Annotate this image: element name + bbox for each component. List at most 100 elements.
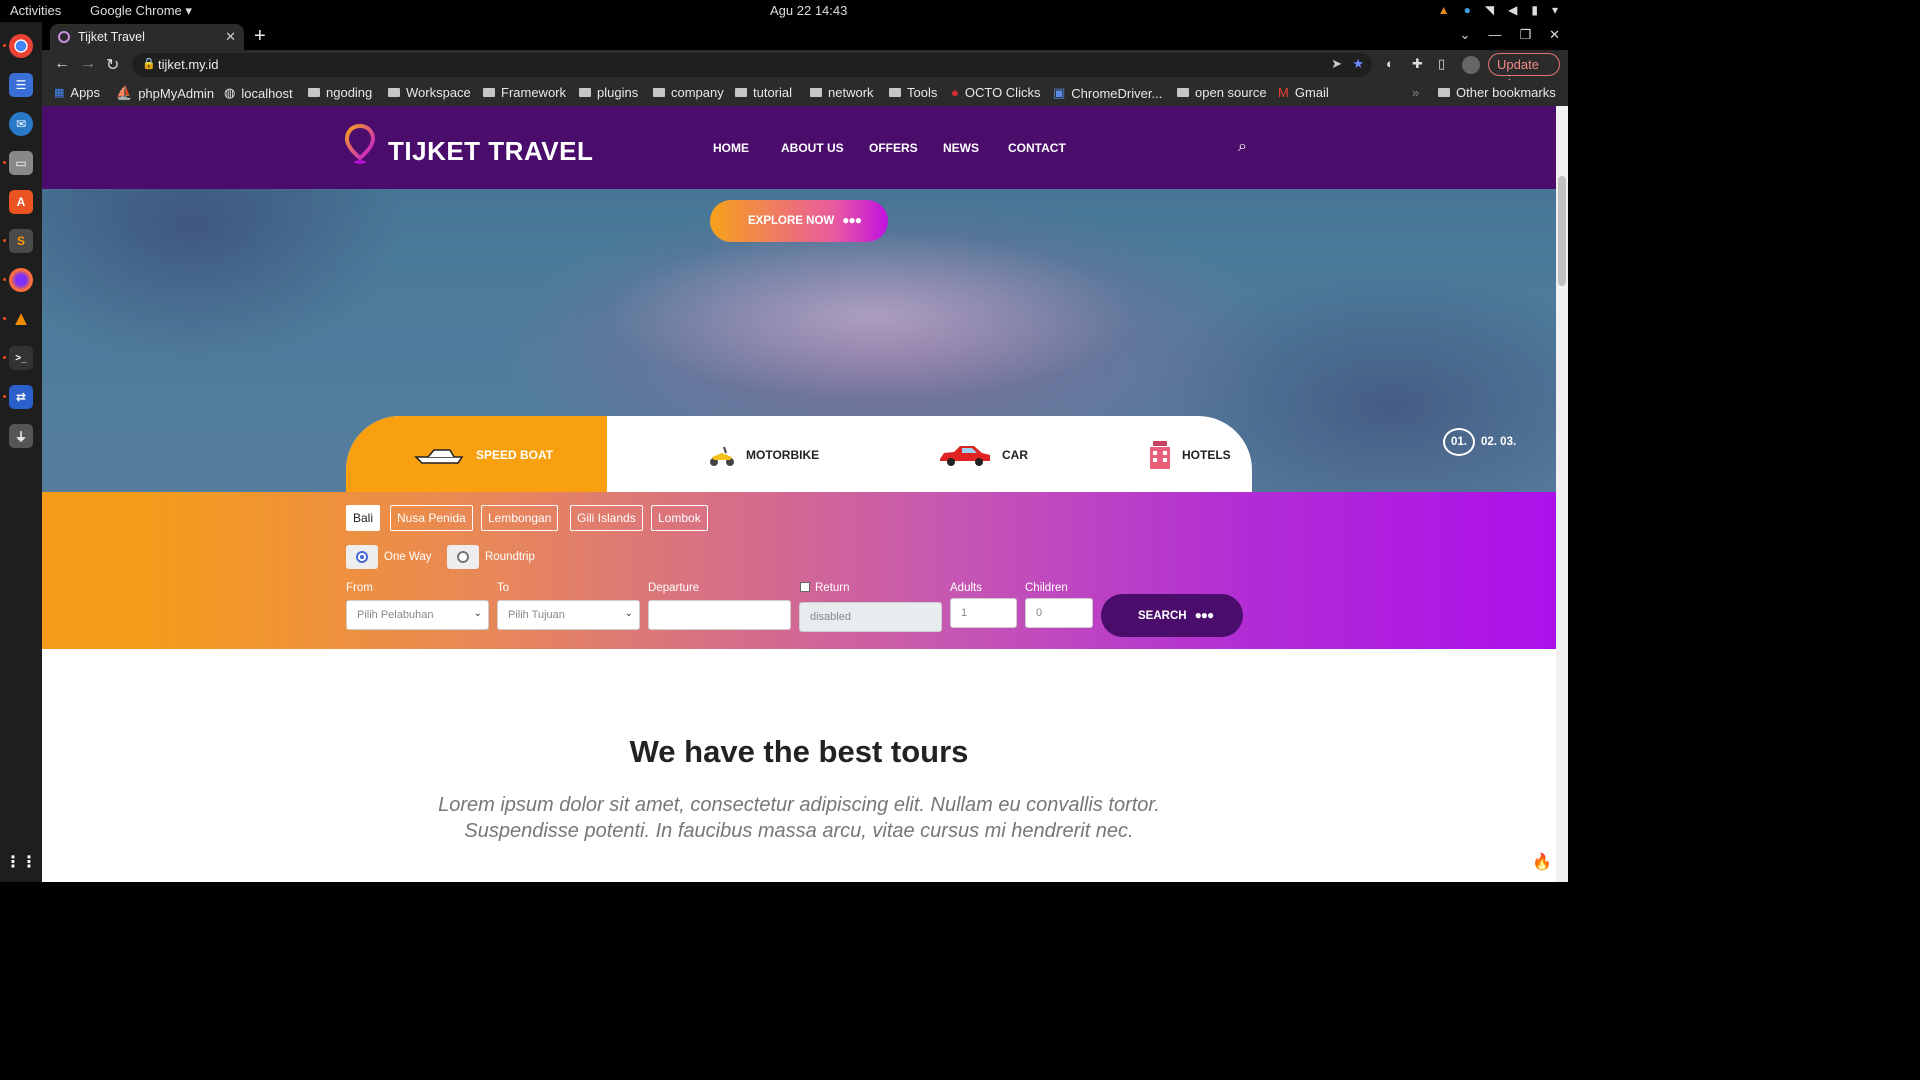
nav-home[interactable]: HOME — [713, 141, 749, 155]
bookmark-gmail[interactable]: M Gmail — [1278, 85, 1329, 100]
system-tray[interactable]: ▲ ● ◥ ◀ ▮ ▾ — [1438, 3, 1558, 17]
search-icon[interactable]: ⌕ — [1238, 138, 1247, 156]
reload-icon[interactable]: ↻ — [106, 55, 119, 75]
tab-label: MOTORBIKE — [746, 447, 820, 462]
explore-now-button[interactable]: EXPLORE NOW ●●● — [710, 200, 888, 242]
telegram-icon[interactable]: ● — [1464, 3, 1471, 17]
url-text[interactable]: tijket.my.id — [158, 57, 218, 72]
side-panel-icon[interactable]: ▯ — [1438, 56, 1445, 72]
bookmark-ngoding[interactable]: ngoding — [308, 85, 372, 100]
activities-button[interactable]: Activities — [10, 3, 61, 18]
from-select[interactable]: Pilih Pelabuhan ⌄ — [346, 600, 489, 630]
terminal-icon[interactable]: >_ — [9, 346, 33, 370]
tasks-icon[interactable]: ☰ — [9, 73, 33, 97]
bookmark-octo-clicks[interactable]: ● OCTO Clicks — [951, 85, 1040, 100]
fire-icon[interactable]: 🔥 — [1532, 852, 1552, 872]
clock[interactable]: Agu 22 14:43 — [770, 3, 847, 18]
slide-others[interactable]: 02. 03. — [1481, 436, 1516, 448]
chevron-down-icon[interactable]: ▾ — [1552, 3, 1558, 17]
maximize-icon[interactable]: ❐ — [1519, 27, 1531, 43]
chrome-icon[interactable] — [9, 34, 33, 58]
island-bali[interactable]: Bali — [346, 505, 381, 531]
address-bar[interactable]: 🔒 tijket.my.id ➤ ★ — [132, 53, 1372, 77]
bookmark-tools[interactable]: Tools — [889, 85, 937, 100]
tab-speed-boat[interactable]: SPEED BOAT — [346, 416, 607, 493]
search-button[interactable]: SEARCH ●●● — [1101, 594, 1243, 637]
bookmark-localhost[interactable]: ◍ localhost — [224, 85, 293, 101]
browser-tab[interactable]: Tijket Travel ✕ — [50, 24, 244, 50]
nav-about-us[interactable]: ABOUT US — [781, 141, 844, 155]
roundtrip-radio[interactable] — [447, 545, 479, 569]
bookmark-plugins[interactable]: plugins — [579, 85, 638, 100]
slide-01[interactable]: 01. — [1443, 428, 1475, 456]
return-label[interactable]: Return — [815, 582, 850, 594]
folder-icon — [388, 88, 400, 97]
roundtrip-label[interactable]: Roundtrip — [485, 551, 535, 563]
island-gili-islands[interactable]: Gili Islands — [570, 505, 643, 531]
nav-offers[interactable]: OFFERS — [869, 141, 918, 155]
battery-icon[interactable]: ▮ — [1531, 3, 1538, 17]
one-way-radio[interactable] — [346, 545, 378, 569]
lock-icon[interactable]: 🔒 — [142, 57, 156, 70]
extensions-puzzle-icon[interactable]: ✚ — [1412, 56, 1423, 72]
tab-hotels[interactable]: HOTELS — [1148, 416, 1231, 493]
bookmark-workspace[interactable]: Workspace — [388, 85, 471, 100]
bookmark-apps[interactable]: ▦ Apps — [54, 85, 100, 100]
tab-car[interactable]: CAR — [938, 416, 1028, 493]
close-tab-icon[interactable]: ✕ — [225, 29, 236, 45]
page-scrollbar[interactable] — [1556, 106, 1568, 882]
tab-search-icon[interactable]: ⌄ — [1460, 27, 1471, 43]
firefox-icon[interactable] — [9, 268, 33, 292]
close-window-icon[interactable]: ✕ — [1549, 27, 1560, 43]
children-label: Children — [1025, 582, 1068, 594]
bookmarks-overflow-icon[interactable]: » — [1412, 85, 1419, 100]
network-tool-icon[interactable]: ⇄ — [9, 385, 33, 409]
nav-contact[interactable]: CONTACT — [1008, 141, 1066, 155]
bookmark-label: Other bookmarks — [1456, 85, 1556, 100]
sublime-text-icon[interactable]: S — [9, 229, 33, 253]
scrollbar-thumb[interactable] — [1558, 176, 1566, 286]
bookmark-phpmyadmin[interactable]: ⛵ phpMyAdmin — [116, 85, 214, 101]
update-button[interactable]: Update ⋮ — [1488, 53, 1560, 87]
adults-input[interactable]: 1 — [950, 598, 1017, 628]
volume-icon[interactable]: ◀ — [1508, 3, 1517, 17]
files-icon[interactable]: ▭ — [9, 151, 33, 175]
show-apps-icon[interactable]: ⋮⋮ — [5, 850, 37, 874]
to-select[interactable]: Pilih Tujuan ⌄ — [497, 600, 640, 630]
island-nusa-penida[interactable]: Nusa Penida — [390, 505, 473, 531]
nav-news[interactable]: NEWS — [943, 141, 979, 155]
profile-avatar[interactable] — [1462, 56, 1480, 74]
back-icon[interactable]: ← — [54, 55, 70, 73]
departure-input[interactable] — [648, 600, 791, 630]
bookmark-star-icon[interactable]: ★ — [1352, 56, 1364, 72]
vlc-icon[interactable]: ▲ — [9, 307, 33, 331]
folder-icon — [579, 88, 591, 97]
bookmark-open-source[interactable]: open source — [1177, 85, 1267, 100]
bookmark-company[interactable]: company — [653, 85, 724, 100]
island-lombok[interactable]: Lombok — [651, 505, 708, 531]
app-menu[interactable]: Google Chrome ▾ — [90, 3, 192, 19]
forward-icon[interactable]: → — [80, 55, 96, 73]
send-tab-icon[interactable]: ➤ — [1331, 56, 1342, 72]
usb-icon[interactable]: ⏚ — [9, 424, 33, 448]
site-logo[interactable]: TIJKET TRAVEL — [388, 136, 593, 167]
location-pin-icon — [345, 124, 375, 164]
bookmark-network[interactable]: network — [810, 85, 874, 100]
minimize-icon[interactable]: — — [1488, 27, 1501, 43]
software-center-icon[interactable]: A — [9, 190, 33, 214]
new-tab-button[interactable]: + — [254, 25, 266, 48]
one-way-label[interactable]: One Way — [384, 551, 432, 563]
bookmarks-bar: ▦ Apps ⛵ phpMyAdmin ◍ localhost ngoding Wor… — [42, 80, 1568, 106]
wifi-icon[interactable]: ◥ — [1485, 3, 1494, 17]
bookmark-chromedriver[interactable]: ▣ ChromeDriver... — [1053, 85, 1162, 101]
warning-icon[interactable]: ▲ — [1438, 3, 1450, 17]
thunderbird-icon[interactable]: ✉ — [9, 112, 33, 136]
children-input[interactable]: 0 — [1025, 598, 1093, 628]
bookmark-tutorial[interactable]: tutorial — [735, 85, 792, 100]
island-lembongan[interactable]: Lembongan — [481, 505, 559, 531]
extension-icon[interactable]: ◐ — [1386, 56, 1394, 71]
bookmark-other[interactable]: Other bookmarks — [1438, 85, 1556, 100]
return-checkbox[interactable] — [800, 582, 810, 592]
tab-motorbike[interactable]: MOTORBIKE — [708, 416, 819, 493]
bookmark-framework[interactable]: Framework — [483, 85, 566, 100]
